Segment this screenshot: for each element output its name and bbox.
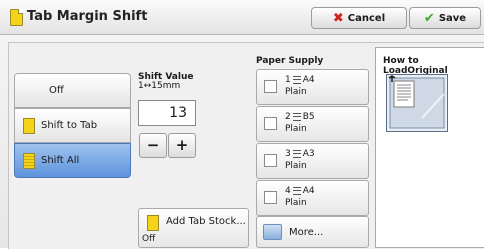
tray-info: 1 A4 bbox=[285, 75, 315, 85]
add-tab-stock-value: Off bbox=[142, 234, 156, 244]
tray-number: 1 bbox=[285, 75, 291, 85]
tray-checkbox bbox=[264, 191, 277, 204]
shift-value-range: 1↔15mm bbox=[138, 81, 181, 91]
original-placement-illustration bbox=[386, 74, 448, 132]
tab-stock-icon bbox=[147, 215, 159, 231]
option-off[interactable]: Off bbox=[14, 73, 131, 108]
tray-icon bbox=[292, 112, 301, 121]
paper-tray-3-button[interactable]: 3 A3 Plain bbox=[256, 143, 369, 179]
lined-document-icon bbox=[23, 152, 35, 169]
tray-checkbox bbox=[264, 154, 277, 167]
checkmark-icon: ✔ bbox=[423, 10, 435, 26]
paper-size: A3 bbox=[302, 149, 315, 159]
tray-icon bbox=[292, 75, 301, 84]
more-paper-button[interactable]: More... bbox=[256, 216, 369, 248]
tab-margin-shift-screen: Tab Margin Shift ✖ Cancel ✔ Save Off Shi… bbox=[0, 0, 484, 249]
option-off-label: Off bbox=[49, 85, 64, 96]
option-shift-all-label: Shift All bbox=[41, 155, 80, 166]
paper-type: Plain bbox=[285, 87, 307, 97]
how-to-load-original-panel: How to LoadOriginal bbox=[375, 47, 484, 248]
paper-tray-4-button[interactable]: 4 A4 Plain bbox=[256, 180, 369, 216]
tray-checkbox bbox=[264, 117, 277, 130]
tray-number: 2 bbox=[285, 112, 291, 122]
paper-type: Plain bbox=[285, 124, 307, 134]
paper-tray-2-button[interactable]: 2 B5 Plain bbox=[256, 106, 369, 142]
paper-size: B5 bbox=[302, 112, 315, 122]
shift-value-field[interactable]: 13 bbox=[138, 100, 196, 126]
tab-document-icon bbox=[23, 117, 35, 134]
decrement-button[interactable]: − bbox=[139, 133, 167, 158]
paper-size: A4 bbox=[302, 186, 315, 196]
option-shift-to-tab-label: Shift to Tab bbox=[41, 120, 98, 131]
cancel-label: Cancel bbox=[347, 12, 386, 24]
paper-tray-icon bbox=[263, 224, 282, 240]
paper-size: A4 bbox=[302, 75, 315, 85]
tray-checkbox bbox=[264, 80, 277, 93]
title-bar: Tab Margin Shift ✖ Cancel ✔ Save bbox=[0, 0, 484, 35]
how-to-load-original-title: How to LoadOriginal bbox=[383, 56, 448, 76]
tray-number: 3 bbox=[285, 149, 291, 159]
add-tab-stock-button[interactable]: Add Tab Stock... Off bbox=[138, 208, 249, 248]
save-button[interactable]: ✔ Save bbox=[409, 7, 481, 29]
add-tab-stock-label: Add Tab Stock... bbox=[166, 216, 246, 227]
paper-type: Plain bbox=[285, 161, 307, 171]
tray-info: 4 A4 bbox=[285, 186, 315, 196]
document-icon bbox=[10, 9, 23, 26]
option-shift-to-tab[interactable]: Shift to Tab bbox=[14, 108, 131, 143]
tray-icon bbox=[292, 149, 301, 158]
paper-type: Plain bbox=[285, 198, 307, 208]
save-label: Save bbox=[438, 12, 467, 24]
tray-number: 4 bbox=[285, 186, 291, 196]
paper-tray-1-button[interactable]: 1 A4 Plain bbox=[256, 69, 369, 105]
more-label: More... bbox=[289, 226, 324, 238]
tray-info: 2 B5 bbox=[285, 112, 315, 122]
close-icon: ✖ bbox=[332, 10, 344, 26]
tray-info: 3 A3 bbox=[285, 149, 315, 159]
page-title: Tab Margin Shift bbox=[27, 9, 148, 24]
paper-supply-title: Paper Supply bbox=[256, 56, 324, 66]
increment-button[interactable]: + bbox=[168, 133, 196, 158]
cancel-button[interactable]: ✖ Cancel bbox=[311, 7, 407, 29]
option-shift-all[interactable]: Shift All bbox=[14, 143, 131, 178]
tray-icon bbox=[292, 186, 301, 195]
